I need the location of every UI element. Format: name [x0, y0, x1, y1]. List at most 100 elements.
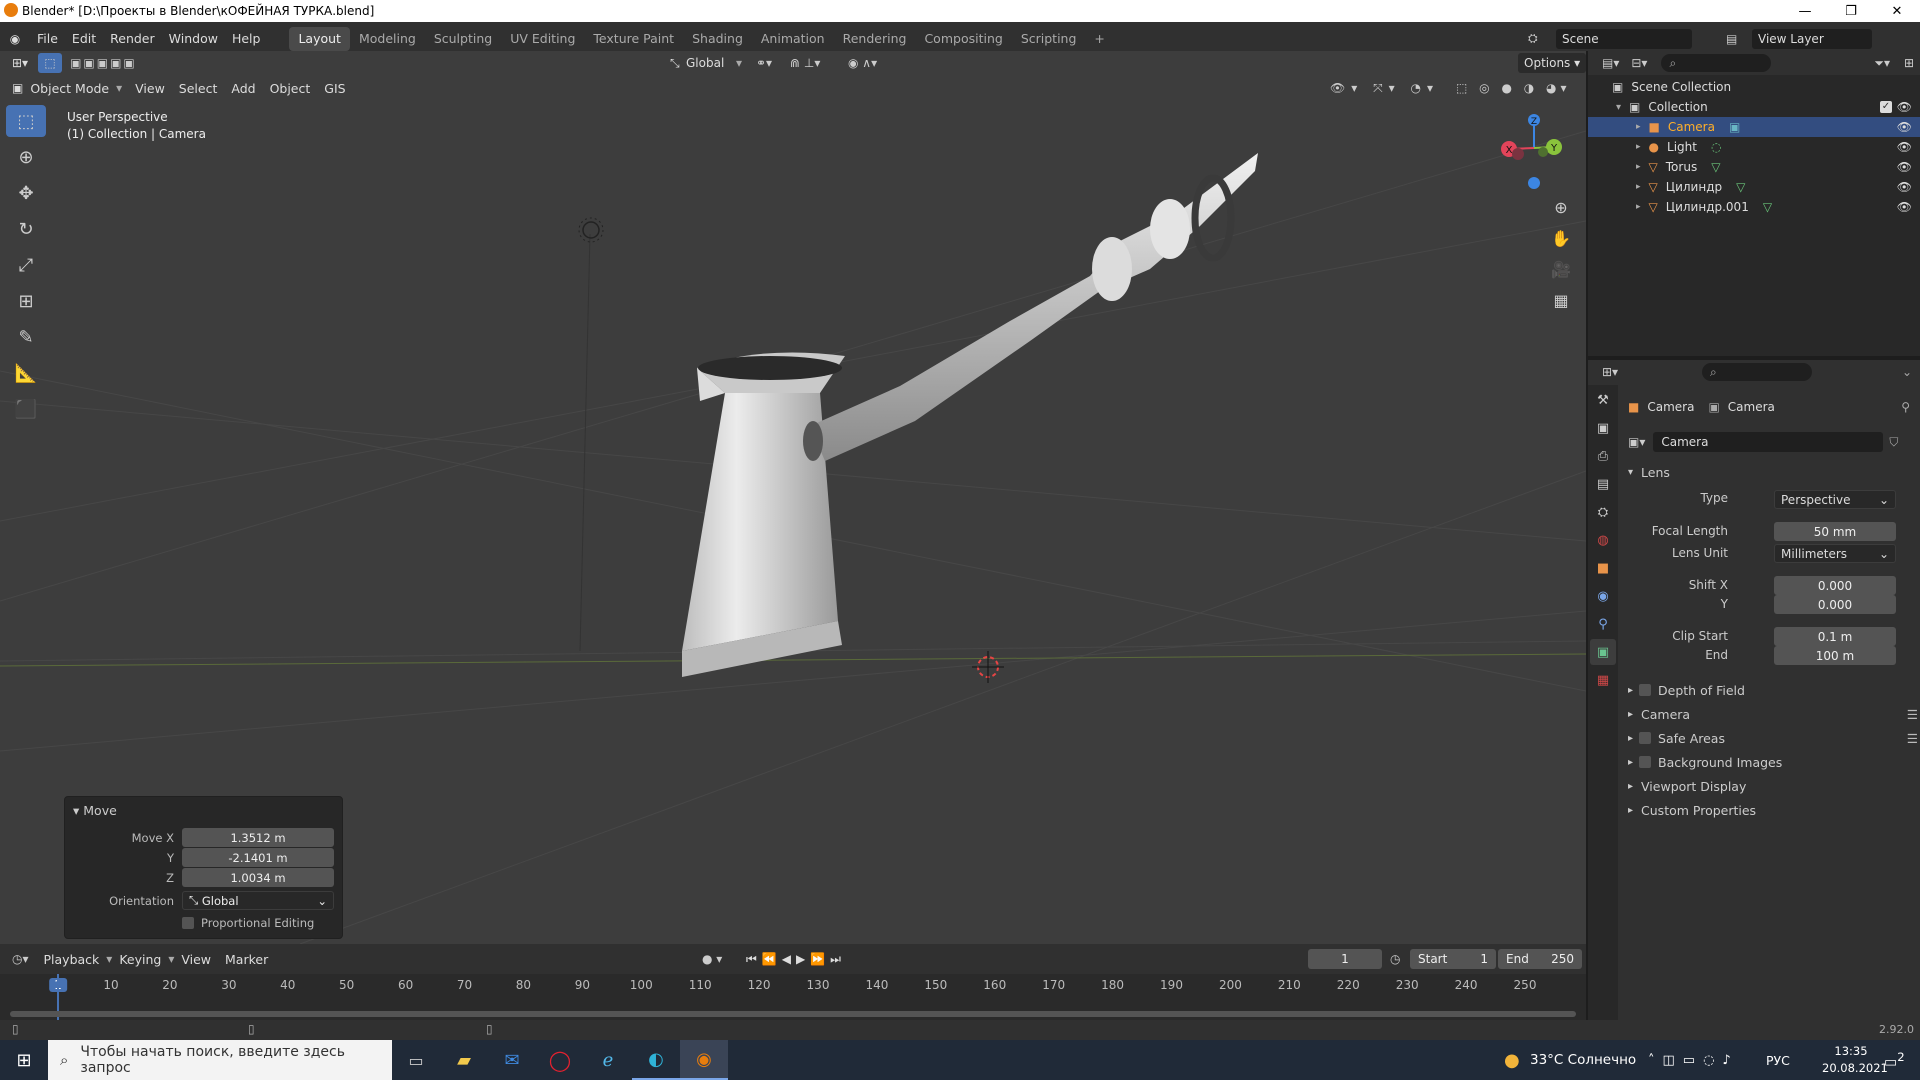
expand-arrow-icon[interactable]: ▸ [1636, 202, 1641, 212]
outliner-item-torus[interactable]: ▸ ▽ Torus ▽ 👁 [1588, 157, 1920, 177]
outliner-item-camera[interactable]: ▸ ■ Camera ▣ 👁 [1588, 117, 1920, 137]
select-tool-icon[interactable]: ⬚ [38, 53, 63, 73]
camera-datablock-selector[interactable]: ▣▾ Camera ⛉ [1628, 432, 1898, 452]
menu-add[interactable]: Add [224, 81, 262, 96]
pan-hand-icon[interactable]: ✋ [1547, 224, 1575, 252]
measure-tool[interactable]: 📐 [6, 357, 46, 389]
properties-search[interactable]: ⌕ [1702, 363, 1812, 381]
end-frame-field[interactable]: End 250 [1498, 949, 1582, 969]
transform-tool[interactable]: ⊞ [6, 285, 46, 317]
menu-keying[interactable]: Keying [112, 952, 168, 967]
input-language[interactable]: РУС [1766, 1053, 1790, 1068]
eye-icon[interactable]: 👁 [1897, 140, 1912, 154]
lens-unit-dropdown[interactable]: Millimeters ⌄ [1774, 544, 1896, 563]
shading-mode-icons[interactable]: ⬚ ◎ ● ◑ ◕▾ [1456, 81, 1571, 95]
notifications-icon[interactable]: ▭2 [1884, 1050, 1905, 1071]
background-images-section[interactable]: ▸ Background Images [1628, 752, 1782, 772]
tab-shading[interactable]: Shading [683, 27, 752, 51]
lens-section-header[interactable]: ▾ Lens [1628, 462, 1670, 482]
light-object[interactable] [578, 217, 604, 243]
tab-scripting[interactable]: Scripting [1012, 27, 1086, 51]
outliner-item-cylinder[interactable]: ▸ ▽ Цилиндр ▽ 👁 [1588, 177, 1920, 197]
opera-icon[interactable]: ◯ [536, 1048, 584, 1072]
weather-text[interactable]: 33°C Солнечно [1530, 1052, 1636, 1068]
tool-tab-icon[interactable]: ⚒ [1590, 387, 1616, 413]
move-x-field[interactable]: 1.3512 m [182, 828, 334, 847]
menu-gis[interactable]: GIS [317, 81, 352, 96]
annotate-tool[interactable]: ✎ [6, 321, 46, 353]
focal-length-field[interactable]: 50 mm [1774, 522, 1896, 541]
start-frame-field[interactable]: Start 1 [1410, 949, 1496, 969]
clock-date[interactable]: 20.08.2021 [1822, 1061, 1888, 1075]
shift-x-field[interactable]: 0.000 [1774, 576, 1896, 595]
tab-modeling[interactable]: Modeling [350, 27, 425, 51]
list-icon[interactable]: ☰ [1907, 731, 1918, 746]
camera-section[interactable]: ▸ Camera ☰ [1628, 704, 1918, 724]
menu-playback[interactable]: Playback [37, 952, 107, 967]
select-mode-icons[interactable]: ▣▣▣▣▣ [70, 56, 137, 70]
shift-y-field[interactable]: 0.000 [1774, 595, 1896, 614]
expand-arrow-icon[interactable]: ▸ [1636, 142, 1641, 152]
collection-row[interactable]: ▾ ▣ Collection ✓ 👁 [1588, 97, 1920, 117]
menu-select[interactable]: Select [172, 81, 225, 96]
zoom-icon[interactable]: ⊕ [1547, 193, 1575, 221]
orientation-dropdown[interactable]: Global [686, 56, 724, 70]
pivot-icon[interactable]: ⚭▾ [756, 56, 772, 70]
clip-end-field[interactable]: 100 m [1774, 646, 1896, 665]
outliner-editor-icon[interactable]: ▤▾ [1602, 56, 1619, 70]
timeline-scrollbar[interactable] [10, 1011, 1576, 1017]
proportional-editing-checkbox[interactable]: Proportional Editing [182, 916, 314, 930]
chevron-down-icon[interactable]: ⌄ [1902, 365, 1912, 379]
checkbox-icon[interactable]: ✓ [1880, 101, 1892, 113]
outliner-search[interactable]: ⌕ [1661, 54, 1772, 72]
playback-controls[interactable]: ⏮⏪◀▶⏩⏭ [746, 952, 846, 967]
display-mode-icon[interactable]: ⊟▾ [1631, 56, 1647, 70]
scale-tool[interactable]: ⤢ [6, 249, 46, 281]
tab-uv-editing[interactable]: UV Editing [501, 27, 584, 51]
object-mode-dropdown[interactable]: Object Mode [23, 81, 116, 96]
scene-selector[interactable]: Scene [1556, 28, 1692, 49]
checkbox-icon[interactable] [1639, 756, 1652, 768]
move-panel-header[interactable]: ▾ Move [73, 803, 117, 818]
constraints-tab-icon[interactable]: ⚲ [1590, 611, 1616, 637]
ie-icon[interactable]: ℯ [584, 1050, 632, 1071]
scene-tab-icon[interactable]: ⛭ [1590, 499, 1616, 525]
add-cube-tool[interactable]: ⬛ [6, 393, 46, 425]
tab-texture-paint[interactable]: Texture Paint [584, 27, 683, 51]
maximize-button[interactable]: ❐ [1828, 0, 1874, 22]
custom-properties-section[interactable]: ▸ Custom Properties [1628, 800, 1756, 820]
camera-data-tab-icon[interactable]: ▣ [1590, 639, 1616, 665]
safe-areas-section[interactable]: ▸ Safe Areas ☰ [1628, 728, 1918, 748]
tab-layout[interactable]: Layout [289, 26, 350, 51]
camera-datablock-name[interactable]: Camera [1653, 432, 1884, 452]
expand-arrow-icon[interactable]: ▾ [1616, 102, 1621, 113]
ortho-grid-icon[interactable]: ▦ [1547, 286, 1575, 314]
object-tab-icon[interactable]: ■ [1590, 555, 1616, 581]
depth-of-field-section[interactable]: ▸ Depth of Field [1628, 680, 1745, 700]
tab-compositing[interactable]: Compositing [915, 27, 1011, 51]
proportional-edit-icon[interactable]: ◉ ∧▾ [848, 56, 877, 70]
list-icon[interactable]: ☰ [1907, 707, 1918, 722]
tab-sculpting[interactable]: Sculpting [425, 27, 501, 51]
stopwatch-icon[interactable]: ◷ [1390, 952, 1400, 966]
taskbar-search[interactable]: ⌕ Чтобы начать поиск, введите здесь запр… [48, 1040, 392, 1080]
blender-taskbar-icon[interactable]: ◉ [680, 1040, 728, 1080]
scene-collection-row[interactable]: ▣ Scene Collection [1588, 77, 1920, 97]
clip-start-field[interactable]: 0.1 m [1774, 627, 1896, 646]
options-button[interactable]: Options ▾ [1518, 53, 1586, 73]
expand-arrow-icon[interactable]: ▸ [1636, 162, 1641, 172]
menu-view[interactable]: View [128, 81, 172, 96]
file-explorer-icon[interactable]: ▰ [440, 1050, 488, 1071]
add-workspace-button[interactable]: + [1085, 27, 1113, 51]
expand-arrow-icon[interactable]: ▸ [1636, 122, 1641, 132]
task-view-icon[interactable]: ▭ [392, 1051, 440, 1070]
move-z-field[interactable]: 1.0034 m [182, 868, 334, 887]
orientation-select[interactable]: ⤡ Global ⌄ [182, 891, 334, 910]
eye-icon[interactable]: 👁 [1897, 120, 1912, 134]
checkbox-icon[interactable] [1639, 732, 1652, 744]
world-tab-icon[interactable]: ◍ [1590, 527, 1616, 553]
navigation-gizmo[interactable]: Z X Y [1501, 114, 1562, 189]
minimize-button[interactable]: — [1782, 0, 1828, 22]
eye-icon[interactable]: 👁 [1897, 180, 1912, 194]
new-collection-icon[interactable]: ⊞ [1904, 56, 1914, 70]
